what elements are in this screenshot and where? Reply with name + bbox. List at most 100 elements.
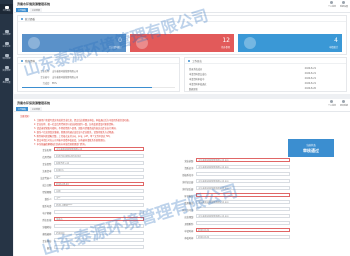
form-label: 信用代码: [42,156,53,159]
form-field[interactable]: 张** [54,175,144,179]
company-row: 企业编号: 山东泰源环境管理有限公司 [40,76,79,79]
form-header: 济南市环保资源管理系统 [14,99,350,107]
form-field[interactable]: 0531-8888**** [54,203,144,207]
sidebar-item-settings[interactable]: 系统设置 [0,76,13,86]
form-field[interactable]: 山东泰源环境管理有限公司.jpg [196,179,290,183]
form-field[interactable]: 2016-05-20 [54,182,144,186]
messages-button[interactable]: 个人消息 [328,1,336,8]
form-label: 所在区域: [42,219,53,222]
worklog-date: 2020-8-21 [304,67,316,70]
form-label: 电子邮箱: [42,212,53,215]
form-field[interactable] [196,172,290,176]
form-header-tools: 个人消息 退出系统 [328,100,348,107]
company-row: 企业名称: 山东泰源环境管理有限公司 [40,70,79,73]
sidebar-item-resources[interactable]: 资源管理 [0,64,13,74]
power-icon [342,100,346,103]
form-label: 联系电话: [42,205,53,208]
bell-icon [330,1,334,4]
form-label: 备注: [46,247,52,250]
app-title: 济南市环境资源管理系统 [17,2,51,6]
gear-icon [4,78,9,81]
progress-fill [22,87,153,88]
stat-card-company[interactable]: 0 企业资料统计 [22,34,126,52]
messages-button[interactable]: 个人消息 [328,100,336,107]
form-field[interactable] [196,207,290,211]
form-label: 经营期限: [42,191,53,194]
form-label: 应急预案: [184,216,195,219]
bullet-icon [21,17,23,20]
worklog-panel-header: 工作日志 [185,58,346,64]
dashboard-window: 济南市环境资源管理系统 个人消息 系统设置 工作面板 公示列表 统计面板 0 企… [14,0,350,94]
form-field[interactable] [54,224,144,228]
tab-notices[interactable]: 公示列表 [30,107,43,111]
worklog-row: 申请资料审核中 [189,78,205,81]
form-label: 法定代表人: [40,177,52,180]
form-field[interactable] [54,238,144,242]
database-icon [4,66,9,69]
completion-progress [22,87,175,88]
company-panel-header: 我的资料 [18,58,179,64]
form-label: 身份证反面: [182,188,194,191]
form-field[interactable]: 济南市 [54,217,144,221]
form-label: 详细地址: [42,226,53,229]
form-field[interactable]: 有限责任公司 [54,161,144,165]
form-field[interactable]: 长期 [54,189,144,193]
form-label: 联系人: [44,198,52,201]
form-field[interactable]: 山东泰源环境管理有限公司.jpg [196,165,290,169]
form-field[interactable]: 山东泰源环境管理有限公司.jpg [196,158,290,162]
worklog-row: 登录系统成功 [189,68,203,71]
form-field[interactable]: 山东泰源环境管理有限公司.jpg [196,214,290,218]
tab-dashboard[interactable]: 工作面板 [16,8,29,12]
form-field[interactable]: 王** [54,196,144,200]
form-label: 身份证正面: [182,181,194,184]
form-field[interactable]: 山东泰源环境管理有限公司 [54,147,144,151]
bell-icon [330,100,334,103]
form-field[interactable]: 2020-8-21 [196,228,290,232]
form-field[interactable]: 250000 [54,231,144,235]
form-label: 申请时间: [184,230,195,233]
stat-card-todo[interactable]: 12 待办事项 [130,34,234,52]
building-icon [4,42,9,45]
settings-button[interactable]: 系统设置 [340,1,348,8]
sidebar-item-company[interactable]: 企业信息 [0,40,13,50]
worklog-date: 2020-8-21 [304,77,316,80]
bullet-icon [21,59,23,62]
worklog-date: 2020-8-21 [304,82,316,85]
form-field[interactable]: 2020-8-21 [196,235,290,239]
form-label: 其他附件: [184,223,195,226]
form-field[interactable] [196,193,290,197]
worklog-date: 2020-8-21 [304,72,316,75]
worklog-row: 申请资料提交成功 [189,73,207,76]
form-label: 排污许可证: [182,209,194,212]
gear-icon [342,1,346,4]
worklog-row: 数据更新 [189,88,198,91]
form-field[interactable]: 91370100MA3C5XXXX [54,154,144,158]
company-row: 完成度: 85% [42,82,57,85]
sidebar-item-dashboard[interactable]: 工作面板 [0,4,13,14]
form-field[interactable]: 1000万 [54,168,144,172]
form-label: 邮政编码: [42,233,53,236]
form-field[interactable] [54,245,144,249]
worklog-panel: 工作日志 登录系统成功 2020-8-21 申请资料提交成功 2020-8-21… [184,57,347,92]
form-field[interactable] [54,210,144,214]
header-tools: 个人消息 系统设置 [328,1,348,8]
form-field[interactable] [196,221,290,225]
worklog-date: 2020-8-20 [304,87,316,90]
form-field[interactable]: 山东泰源环境管理有限公司.jpg [196,186,290,190]
folder-icon [4,54,9,57]
sidebar-item-projects[interactable]: 项目管理 [0,52,13,62]
form-label: 注册资本: [42,170,53,173]
worklog-row: 申请资料审核通过 [189,83,207,86]
form-window: 济南市环保资源管理系统 个人消息 退出系统 工作面板 公示列表 注册须知: 1.… [14,99,350,256]
form-label: 企业网址: [42,240,53,243]
form-field[interactable]: 山东泰源环境管理有限公司.jpg [196,200,290,204]
logout-button[interactable]: 退出系统 [340,100,348,107]
user-icon [244,37,256,49]
form-label: 审核时间: [184,237,195,240]
tab-dashboard[interactable]: 工作面板 [16,107,29,111]
tab-notices[interactable]: 公示列表 [30,8,43,12]
stat-card-applications[interactable]: 4 申请统计 [238,34,342,52]
bullet-icon [188,59,190,62]
sidebar-item-notices[interactable]: 公示管理 [0,28,13,38]
form-label: 环评报告: [184,195,195,198]
